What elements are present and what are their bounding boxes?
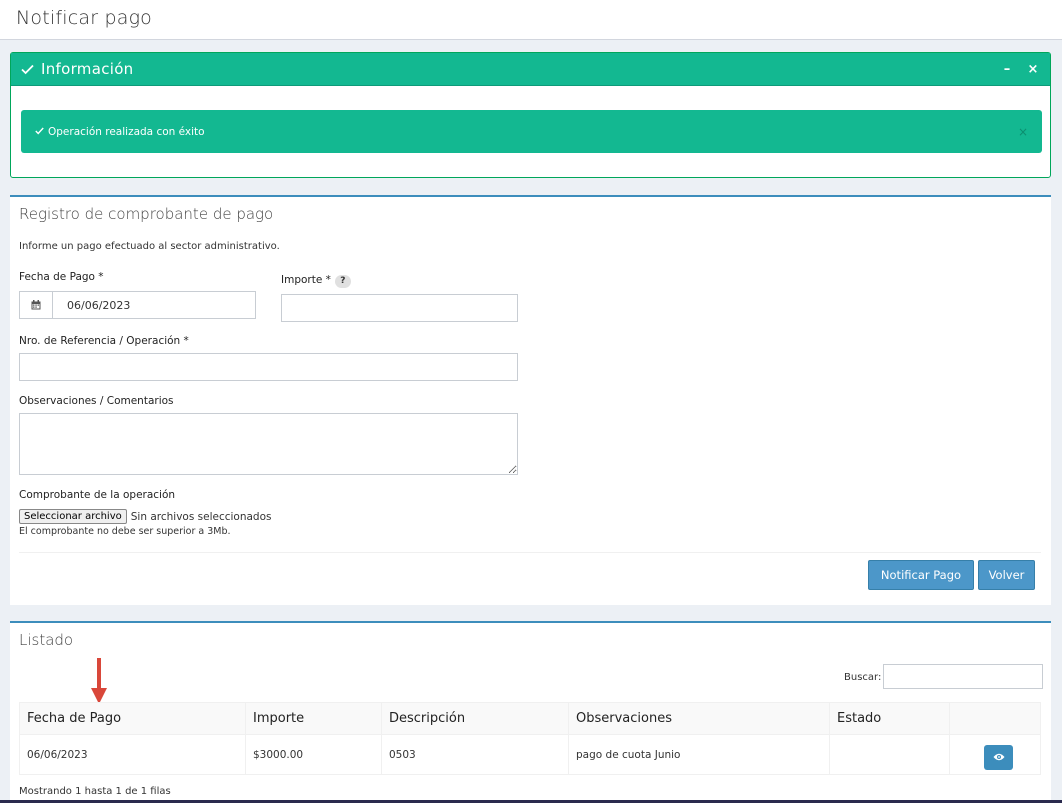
- col-descripcion[interactable]: Descripción: [381, 702, 569, 735]
- observaciones-textarea[interactable]: [19, 413, 518, 475]
- fecha-input-group[interactable]: 06/06/2023: [19, 291, 256, 319]
- search-label: Buscar:: [844, 672, 882, 683]
- table-row: 06/06/2023 $3000.00 0503 pago de cuota J…: [19, 734, 1041, 775]
- notificar-pago-button[interactable]: Notificar Pago: [868, 560, 974, 590]
- listado-box: Listado Buscar: Fecha de Pago Importe De…: [10, 621, 1051, 803]
- file-status: Sin archivos seleccionados: [130, 510, 272, 523]
- help-icon[interactable]: ?: [334, 275, 351, 288]
- page-header: Notificar pago: [0, 0, 1062, 40]
- success-alert: Operación realizada con éxito ×: [21, 110, 1042, 153]
- comprobante-label: Comprobante de la operación: [19, 489, 176, 501]
- cell-importe: $3000.00: [245, 734, 382, 775]
- info-box-title: Información: [41, 60, 134, 78]
- col-estado[interactable]: Estado: [829, 702, 950, 735]
- observaciones-label: Observaciones / Comentarios: [19, 395, 174, 407]
- file-input: Seleccionar archivo Sin archivos selecci…: [19, 509, 271, 524]
- alert-close-button[interactable]: ×: [1018, 125, 1028, 139]
- close-button[interactable]: ×: [1026, 62, 1040, 77]
- cell-estado: [829, 734, 950, 775]
- cell-fecha: 06/06/2023: [19, 734, 246, 775]
- col-observaciones[interactable]: Observaciones: [568, 702, 830, 735]
- referencia-label: Nro. de Referencia / Operación *: [19, 335, 189, 347]
- file-note: El comprobante no debe ser superior a 3M…: [19, 526, 231, 537]
- calendar-icon[interactable]: [20, 292, 53, 318]
- registro-help: Informe un pago efectuado al sector admi…: [19, 241, 280, 252]
- info-box-header: Información – ×: [11, 53, 1050, 86]
- info-box: Información – × Operación realizada con …: [10, 52, 1051, 178]
- collapse-button[interactable]: –: [1000, 62, 1014, 77]
- file-select-button[interactable]: Seleccionar archivo: [19, 509, 127, 524]
- importe-label-text: Importe *: [281, 274, 331, 286]
- registro-box: Registro de comprobante de pago Informe …: [10, 195, 1051, 605]
- importe-label: Importe *?: [281, 274, 351, 288]
- table-header-row: Fecha de Pago Importe Descripción Observ…: [19, 702, 1041, 735]
- fecha-label: Fecha de Pago *: [19, 271, 104, 283]
- divider: [19, 552, 1041, 553]
- alert-text: Operación realizada con éxito: [48, 125, 205, 138]
- cell-observaciones: pago de cuota Junio: [568, 734, 830, 775]
- importe-input[interactable]: [281, 294, 518, 322]
- registro-title: Registro de comprobante de pago: [19, 205, 274, 223]
- col-importe[interactable]: Importe: [245, 702, 382, 735]
- col-fecha[interactable]: Fecha de Pago: [19, 702, 246, 735]
- check-icon: [35, 126, 44, 138]
- search-input[interactable]: [883, 664, 1043, 689]
- volver-button[interactable]: Volver: [978, 560, 1035, 590]
- fecha-input[interactable]: 06/06/2023: [53, 292, 130, 318]
- cell-actions: [949, 734, 1041, 775]
- col-actions: [949, 702, 1041, 735]
- eye-icon: [993, 752, 1005, 764]
- referencia-input[interactable]: [19, 353, 518, 381]
- view-button[interactable]: [984, 745, 1013, 770]
- listado-title: Listado: [19, 631, 74, 649]
- check-icon: [21, 60, 34, 79]
- arrow-down-icon: [91, 658, 107, 708]
- page-title: Notificar pago: [16, 7, 153, 29]
- table-footer: Mostrando 1 hasta 1 de 1 filas: [19, 786, 171, 797]
- cell-descripcion: 0503: [381, 734, 569, 775]
- listado-table: Fecha de Pago Importe Descripción Observ…: [19, 702, 1041, 775]
